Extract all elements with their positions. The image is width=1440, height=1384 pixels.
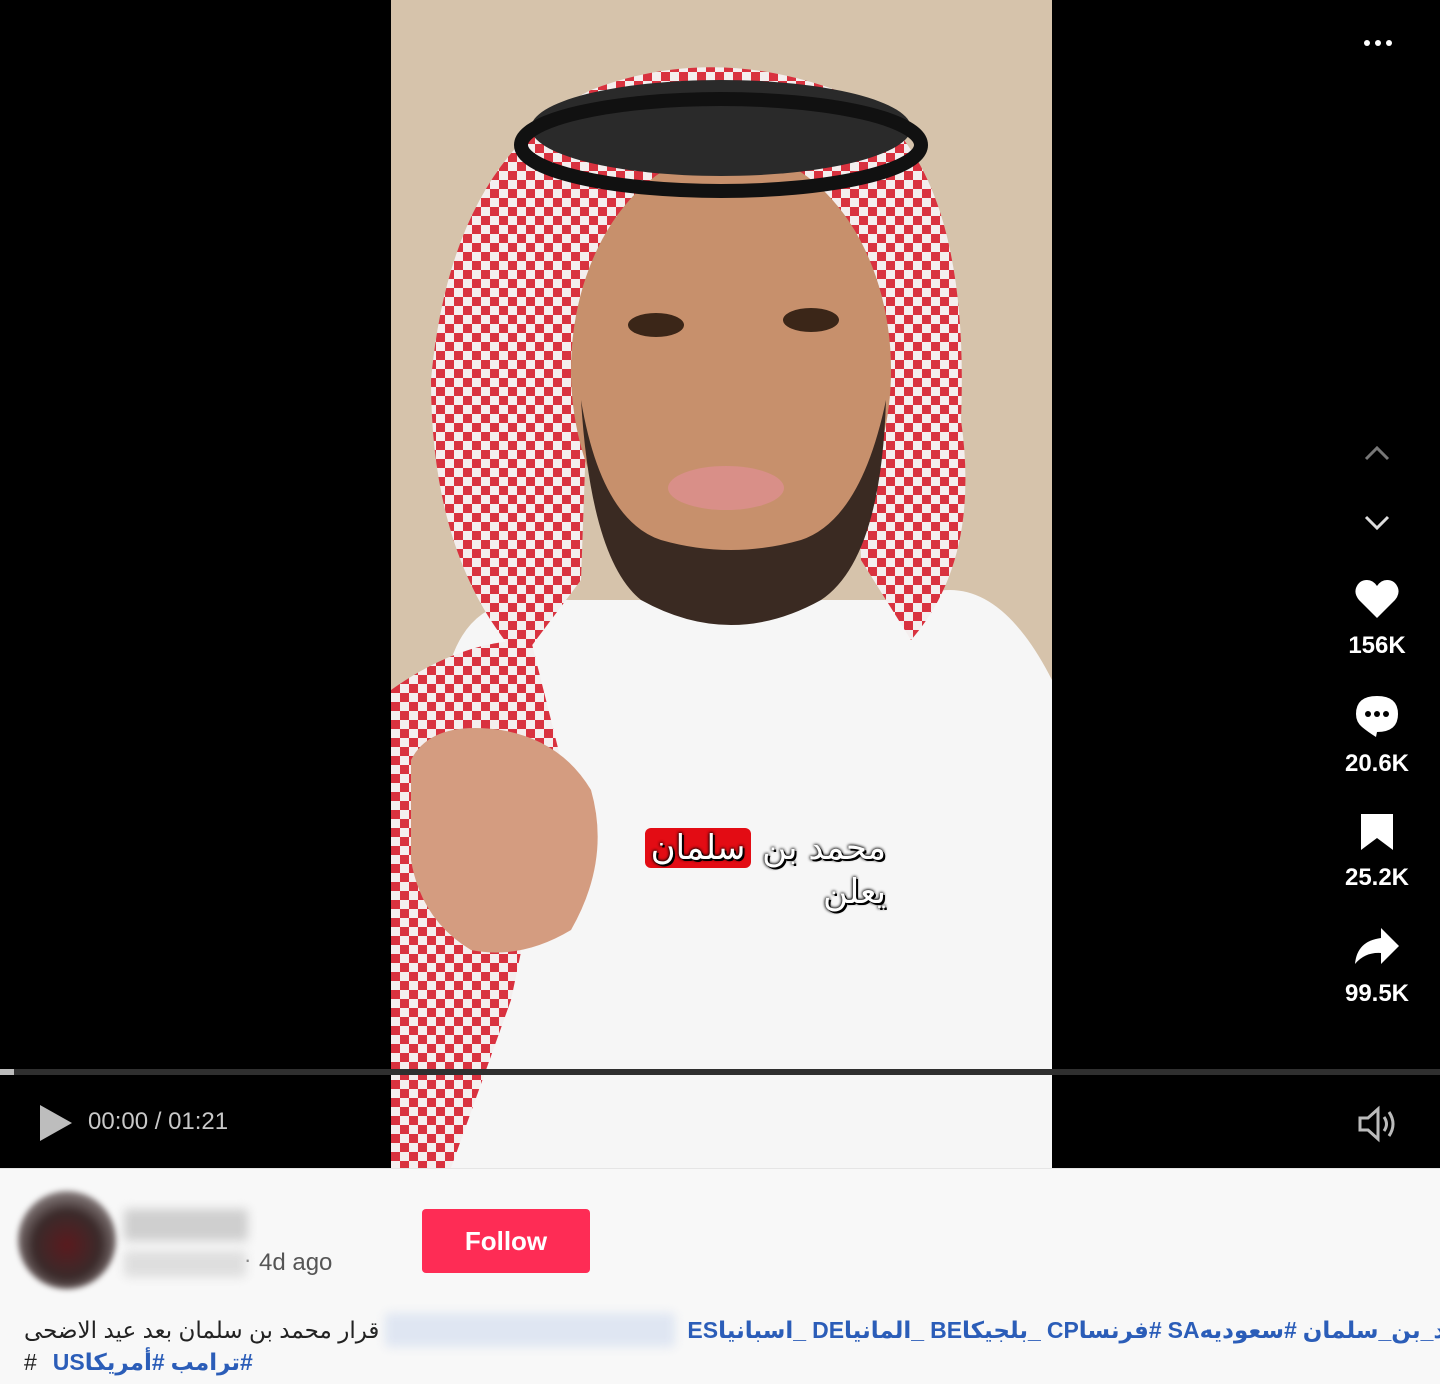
hashtag-line2-0[interactable]: #ترامب xyxy=(171,1349,253,1375)
more-options-button[interactable] xyxy=(1356,30,1400,56)
caption-line2: يعلن xyxy=(822,872,886,912)
video-subject-image xyxy=(391,0,1052,1168)
previous-video-button[interactable] xyxy=(1357,438,1397,468)
comment-icon xyxy=(1356,696,1398,737)
hashtag-line1-5[interactable]: _اسبانياES xyxy=(687,1317,806,1343)
hashtag-line1-2[interactable]: #فرنساCP xyxy=(1047,1317,1162,1343)
hashtag-line1-0[interactable]: #محمد_بن_سلمان xyxy=(1303,1317,1440,1343)
post-info: · 4d ago Follow قرار محمد بن سلمان بعد ع… xyxy=(0,1168,1440,1384)
progress-knob[interactable] xyxy=(0,1069,14,1075)
author-name-redacted[interactable] xyxy=(124,1209,248,1241)
like-button[interactable]: 156K xyxy=(1330,578,1424,660)
video-frame[interactable]: محمد بن سلمان يعلن xyxy=(391,0,1052,1168)
posted-time: 4d ago xyxy=(259,1249,333,1276)
caption-line1-rest: محمد بن xyxy=(762,828,886,868)
comment-count: 20.6K xyxy=(1344,750,1410,777)
share-arrow-icon xyxy=(1355,928,1399,964)
author-handle-redacted xyxy=(124,1251,246,1277)
hashtag-line2-1[interactable]: #أمريكاUS xyxy=(53,1349,165,1375)
play-icon[interactable] xyxy=(36,1103,76,1143)
author-avatar[interactable] xyxy=(18,1191,116,1289)
next-video-button[interactable] xyxy=(1357,508,1397,538)
volume-icon[interactable] xyxy=(1356,1104,1400,1144)
heart-icon xyxy=(1355,580,1399,618)
caption-highlight: سلمان xyxy=(644,828,752,868)
share-count: 99.5K xyxy=(1344,980,1410,1007)
share-button[interactable]: 99.5K xyxy=(1330,926,1424,1008)
comment-button[interactable]: 20.6K xyxy=(1330,694,1424,778)
chevron-down-icon xyxy=(1364,515,1390,531)
like-count: 156K xyxy=(1348,632,1406,659)
description-line-1: قرار محمد بن سلمان بعد عيد الاضحى #محمد_… xyxy=(24,1313,1440,1347)
hash-symbol: # xyxy=(24,1349,37,1375)
description-line-2: # #ترامب#أمريكاUS xyxy=(24,1349,253,1376)
chevron-up-icon xyxy=(1364,445,1390,461)
description-redacted xyxy=(385,1313,676,1347)
separator-dot: · xyxy=(244,1247,252,1272)
video-player[interactable]: محمد بن سلمان يعلن 156K 20.6K 25.2K 99.5… xyxy=(0,0,1440,1168)
hashtag-line1-1[interactable]: #سعوديهSA xyxy=(1168,1317,1297,1343)
hashtag-line1-3[interactable]: _بلجيكاBE xyxy=(930,1317,1041,1343)
progress-bar[interactable] xyxy=(0,1069,1440,1075)
hashtag-list-1: #محمد_بن_سلمان#سعوديهSA#فرنساCP_بلجيكاBE… xyxy=(681,1317,1440,1344)
hashtag-line1-4[interactable]: _المانياDE xyxy=(812,1317,924,1343)
playback-time: 00:00 / 01:21 xyxy=(88,1108,229,1135)
hashtag-list-2: #ترامب#أمريكاUS xyxy=(47,1349,253,1376)
description-text: قرار محمد بن سلمان بعد عيد الاضحى xyxy=(24,1316,380,1343)
video-caption: محمد بن سلمان يعلن xyxy=(596,826,886,914)
bookmark-icon xyxy=(1361,814,1393,850)
save-count: 25.2K xyxy=(1344,864,1410,891)
follow-button[interactable]: Follow xyxy=(422,1209,590,1273)
save-button[interactable]: 25.2K xyxy=(1330,812,1424,892)
